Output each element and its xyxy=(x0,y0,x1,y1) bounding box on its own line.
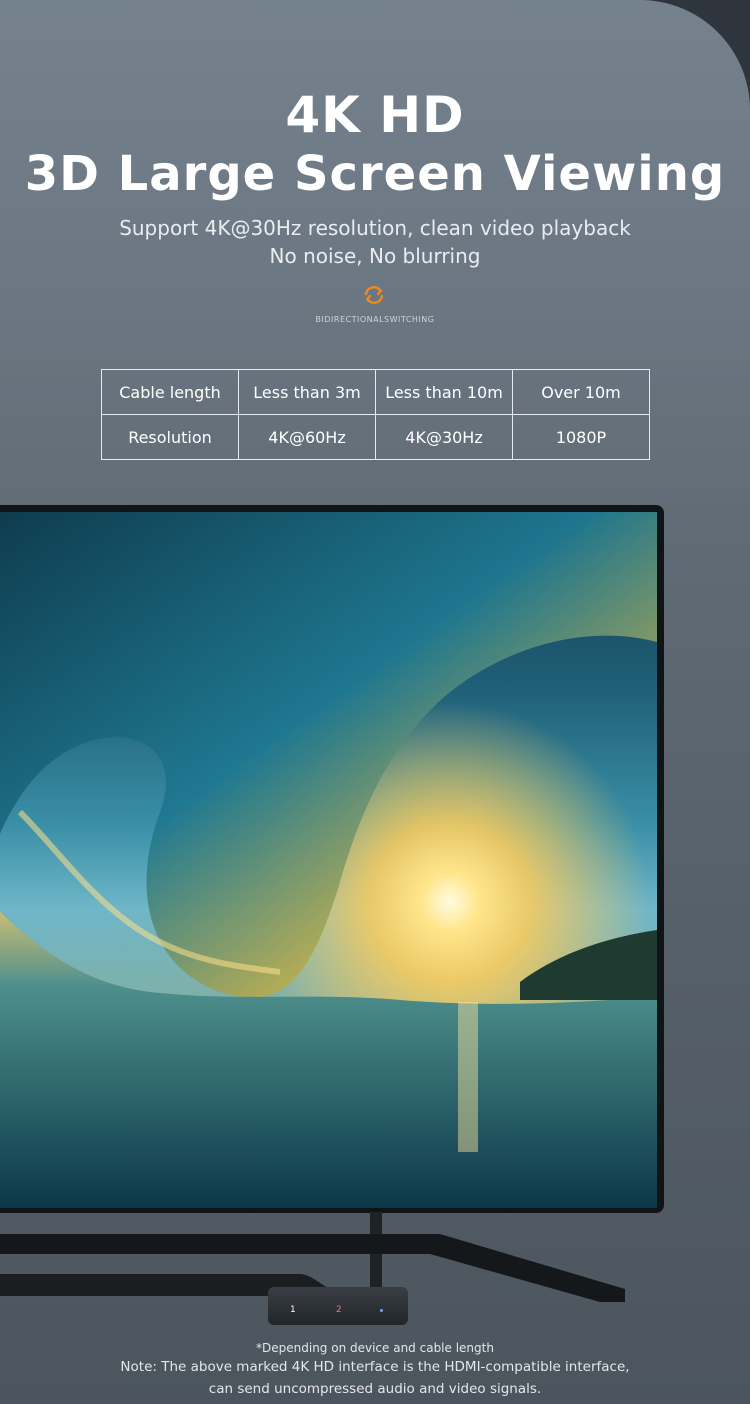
table-row: Cable length Less than 3m Less than 10m … xyxy=(101,369,650,415)
bidirectional-switch-icon xyxy=(364,286,384,304)
hdmi-switcher-device: 1 2 xyxy=(268,1287,408,1325)
table-cell: Over 10m xyxy=(512,369,650,415)
table-cell: Resolution xyxy=(101,414,239,460)
table-cell: 4K@30Hz xyxy=(375,414,513,460)
subtitle-line-1: Support 4K@30Hz resolution, clean video … xyxy=(119,216,631,240)
title-line-1: 4K HD xyxy=(285,86,465,144)
product-canvas: 4K HD 3D Large Screen Viewing Support 4K… xyxy=(0,0,750,1404)
table-row: Resolution 4K@60Hz 4K@30Hz 1080P xyxy=(101,414,650,460)
status-led xyxy=(380,1309,383,1312)
spec-table: Cable length Less than 3m Less than 10m … xyxy=(101,369,650,460)
wave-artwork xyxy=(0,512,657,1208)
table-cell: 4K@60Hz xyxy=(238,414,376,460)
tv-screen-wave-image xyxy=(0,512,657,1208)
port-2-label: 2 xyxy=(336,1305,342,1315)
table-cell: 1080P xyxy=(512,414,650,460)
table-cell: Less than 10m xyxy=(375,369,513,415)
footnote-line-3: can send uncompressed audio and video si… xyxy=(208,1381,542,1397)
table-cell: Cable length xyxy=(101,369,239,415)
switching-label: BIDIRECTIONALSWITCHING xyxy=(315,315,435,324)
footnote-line-1: *Depending on device and cable length xyxy=(256,1341,494,1355)
table-cell: Less than 3m xyxy=(238,369,376,415)
title-line-2: 3D Large Screen Viewing xyxy=(24,146,726,202)
subtitle-line-2: No noise, No blurring xyxy=(269,244,481,268)
port-1-label: 1 xyxy=(290,1305,296,1315)
footnote-line-2: Note: The above marked 4K HD interface i… xyxy=(120,1359,630,1375)
